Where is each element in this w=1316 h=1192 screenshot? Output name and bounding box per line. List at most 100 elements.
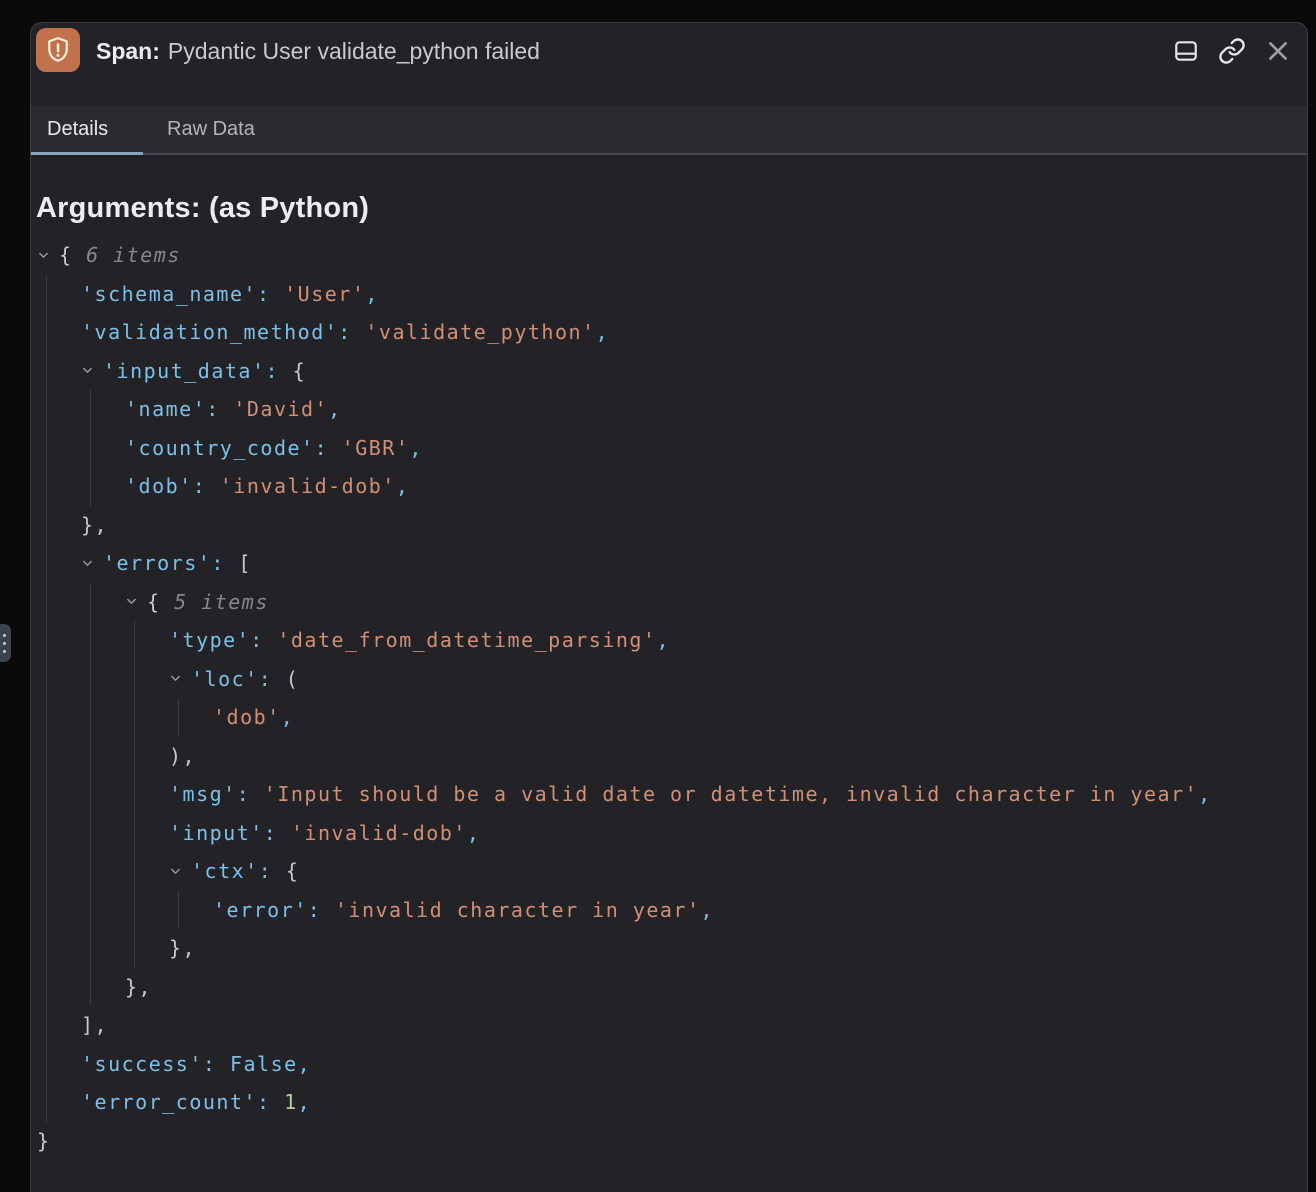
indent-guide	[90, 814, 91, 853]
indent-guide	[90, 467, 91, 506]
code-key: 'errors':	[103, 551, 238, 575]
tree-line: 'msg': 'Input should be a valid date or …	[31, 775, 1307, 814]
tree-line: 'input_data': {	[31, 352, 1307, 391]
shield-alert-icon	[36, 28, 80, 72]
indent-guide	[134, 737, 135, 776]
code-key: 'type':	[169, 628, 277, 652]
chevron-down-icon[interactable]	[81, 557, 103, 570]
indent-guide	[90, 929, 91, 968]
code-string: 'GBR'	[342, 436, 410, 460]
code-comma: ,	[281, 705, 295, 729]
panel-header: Span: Pydantic User validate_python faile…	[31, 23, 1307, 106]
code-punctuation: ),	[169, 744, 196, 768]
tree-line: ],	[31, 1006, 1307, 1045]
code-key: 'error':	[213, 898, 335, 922]
code-punctuation: {	[147, 590, 174, 614]
indent-guide	[90, 737, 91, 776]
tree-line: 'dob',	[31, 698, 1307, 737]
code-key: 'name':	[125, 397, 233, 421]
code-punctuation: [	[238, 551, 252, 575]
indent-guide	[46, 467, 47, 506]
indent-guide	[46, 621, 47, 660]
indent-guide	[134, 621, 135, 660]
indent-guide	[46, 852, 47, 891]
code-punctuation: },	[81, 513, 108, 537]
tree-line: 'error': 'invalid character in year',	[31, 891, 1307, 930]
dock-bottom-icon[interactable]	[1171, 36, 1201, 66]
chevron-down-icon[interactable]	[37, 249, 59, 262]
items-count: 5 items	[174, 590, 269, 614]
active-tab-underline	[31, 152, 143, 155]
chevron-down-icon[interactable]	[169, 865, 191, 878]
indent-guide	[134, 660, 135, 699]
code-punctuation: {	[293, 359, 307, 383]
indent-guide	[90, 698, 91, 737]
tab-details-label: Details	[47, 118, 108, 141]
panel-title-kind: Span:	[96, 38, 160, 64]
indent-guide	[178, 698, 179, 737]
tab-bar: Details Raw Data	[31, 106, 1307, 155]
code-key: 'country_code':	[125, 436, 342, 460]
indent-guide	[90, 852, 91, 891]
code-tree: { 6 items'schema_name': 'User','validati…	[31, 236, 1307, 1160]
code-key: 'ctx':	[191, 859, 286, 883]
code-string: 'Input should be a valid date or datetim…	[264, 782, 1198, 806]
drag-handle-dot	[3, 634, 6, 637]
tree-line: },	[31, 929, 1307, 968]
close-icon[interactable]	[1263, 36, 1293, 66]
code-key: 'error_count':	[81, 1090, 284, 1114]
code-string: 'date_from_datetime_parsing'	[277, 628, 656, 652]
link-icon[interactable]	[1217, 36, 1247, 66]
indent-guide	[46, 891, 47, 930]
chevron-down-icon[interactable]	[169, 672, 191, 685]
tree-line: 'success': False,	[31, 1045, 1307, 1084]
indent-guide	[90, 775, 91, 814]
indent-guide	[90, 891, 91, 930]
tree-line: 'input': 'invalid-dob',	[31, 814, 1307, 853]
indent-guide	[178, 891, 179, 930]
code-key: 'success':	[81, 1052, 230, 1076]
drag-handle-dot	[3, 650, 6, 653]
code-comma: ,	[396, 474, 410, 498]
code-string: 'validate_python'	[365, 320, 595, 344]
code-key: 'msg':	[169, 782, 264, 806]
drag-handle[interactable]	[0, 624, 11, 662]
code-comma: ,	[298, 1090, 312, 1114]
tab-details[interactable]: Details	[31, 106, 143, 153]
indent-guide	[134, 929, 135, 968]
indent-guide	[134, 814, 135, 853]
code-comma: ,	[467, 821, 481, 845]
code-comma: ,	[700, 898, 714, 922]
indent-guide	[46, 275, 47, 314]
tab-raw-data[interactable]: Raw Data	[157, 106, 265, 153]
indent-guide	[46, 429, 47, 468]
tree-line: 'country_code': 'GBR',	[31, 429, 1307, 468]
chevron-down-icon[interactable]	[81, 364, 103, 377]
indent-guide	[46, 814, 47, 853]
tree-line: 'schema_name': 'User',	[31, 275, 1307, 314]
panel-title-text: Pydantic User validate_python failed	[168, 38, 540, 64]
indent-guide	[46, 968, 47, 1007]
tree-line: 'error_count': 1,	[31, 1083, 1307, 1122]
code-string: 'David'	[233, 397, 328, 421]
code-punctuation: },	[125, 975, 152, 999]
indent-guide	[46, 929, 47, 968]
code-punctuation: {	[59, 243, 86, 267]
indent-guide	[46, 737, 47, 776]
code-comma: ,	[1198, 782, 1212, 806]
tree-line: 'name': 'David',	[31, 390, 1307, 429]
chevron-down-icon[interactable]	[125, 595, 147, 608]
indent-guide	[46, 390, 47, 429]
code-key: 'input':	[169, 821, 291, 845]
indent-guide	[134, 698, 135, 737]
indent-guide	[90, 390, 91, 429]
code-key: 'dob':	[125, 474, 220, 498]
arguments-heading: Arguments: (as Python)	[36, 192, 369, 225]
indent-guide	[46, 660, 47, 699]
tree-line: },	[31, 506, 1307, 545]
indent-guide	[134, 891, 135, 930]
code-comma: ,	[596, 320, 610, 344]
indent-guide	[46, 1045, 47, 1084]
indent-guide	[90, 429, 91, 468]
drag-handle-dot	[3, 642, 6, 645]
